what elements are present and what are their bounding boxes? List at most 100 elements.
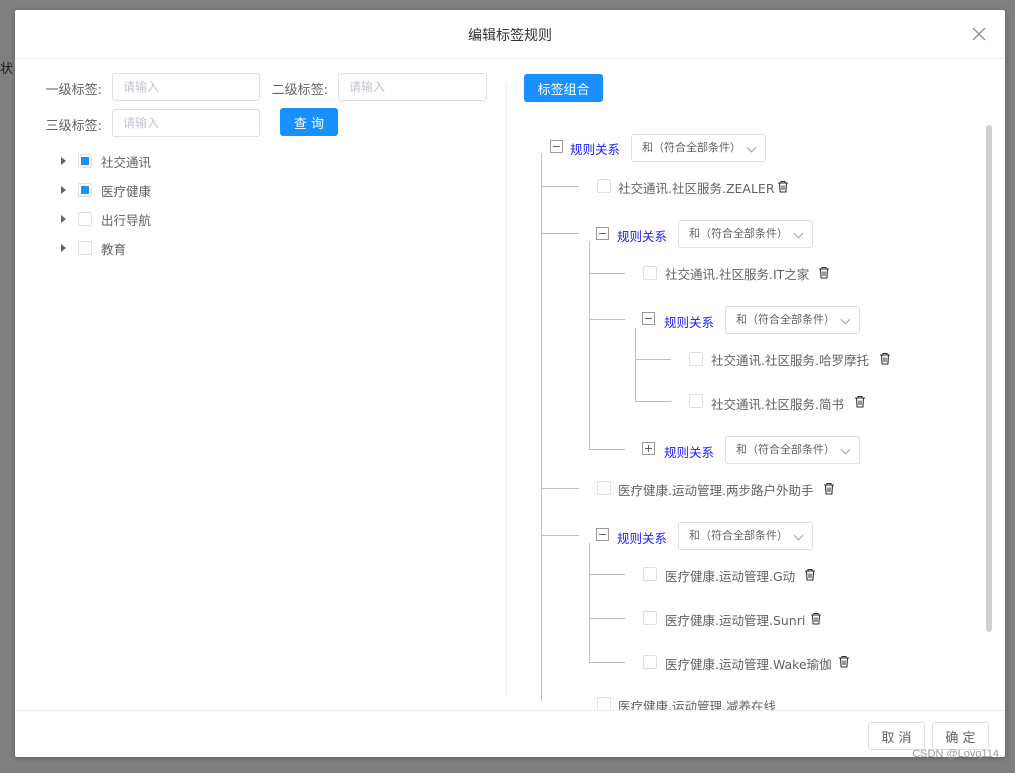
tree-connector: [589, 618, 625, 619]
tree-checkbox[interactable]: [78, 154, 92, 168]
rule-relation-link[interactable]: 规则关系: [570, 139, 620, 158]
trash-icon[interactable]: [818, 266, 830, 279]
tree-node-label: 社交通讯: [101, 154, 152, 170]
tree-connector: [635, 328, 636, 402]
level2-label: 二级标签:: [271, 83, 328, 98]
level2-input[interactable]: [338, 73, 487, 101]
operator-select[interactable]: 和（符合全部条件）: [631, 134, 766, 162]
tree-connector: [541, 153, 542, 701]
leaf-label: 医疗健康.运动管理.减养在线: [618, 699, 776, 710]
leaf-label: 社交通讯.社区服务.ZEALER: [618, 181, 775, 196]
dialog-header: 编辑标签规则: [15, 10, 1005, 59]
tree-connector: [589, 273, 625, 274]
trash-icon[interactable]: [854, 395, 866, 408]
level3-input[interactable]: [112, 109, 260, 137]
rule-relation-link[interactable]: 规则关系: [664, 312, 714, 331]
tree-node[interactable]: 出行导航: [61, 209, 151, 229]
collapse-icon[interactable]: [642, 312, 655, 325]
leaf-label: 医疗健康.运动管理.Wake瑜伽: [665, 657, 832, 672]
operator-select[interactable]: 和（符合全部条件）: [725, 436, 860, 464]
leaf-checkbox[interactable]: [689, 352, 703, 366]
operator-select-value: 和（符合全部条件）: [689, 227, 788, 240]
caret-right-icon[interactable]: [61, 215, 66, 223]
leaf-checkbox[interactable]: [597, 697, 611, 710]
tree-node-label: 出行导航: [101, 212, 152, 228]
operator-select-value: 和（符合全部条件）: [642, 141, 741, 154]
operator-select[interactable]: 和（符合全部条件）: [678, 220, 813, 248]
caret-right-icon[interactable]: [61, 186, 66, 194]
tree-connector: [635, 401, 671, 402]
search-button[interactable]: 查 询: [280, 108, 338, 136]
trash-icon[interactable]: [879, 352, 891, 365]
dialog-footer: 取 消 确 定: [15, 710, 1005, 757]
leaf-checkbox[interactable]: [643, 611, 657, 625]
tree-connector: [541, 233, 579, 234]
leaf-label: 社交通讯.社区服务.简书: [711, 397, 844, 412]
leaf-label: 医疗健康.运动管理.Sunri: [665, 613, 806, 628]
leaf-checkbox[interactable]: [643, 567, 657, 581]
leaf-checkbox[interactable]: [597, 179, 611, 193]
caret-right-icon[interactable]: [61, 157, 66, 165]
tree-connector: [635, 359, 671, 360]
leaf-checkbox[interactable]: [597, 481, 611, 495]
tag-filter-panel: 一级标签: 二级标签: 三级标签: 查 询 社交通讯 医疗健康 出行导航 教育: [15, 60, 507, 710]
rule-relation-link[interactable]: 规则关系: [664, 442, 714, 461]
confirm-button[interactable]: 确 定: [932, 722, 989, 750]
tree-connector: [541, 488, 579, 489]
collapse-icon[interactable]: [550, 140, 563, 153]
leaf-checkbox[interactable]: [643, 266, 657, 280]
caret-right-icon[interactable]: [61, 244, 66, 252]
tree-connector: [589, 319, 625, 320]
tree-checkbox[interactable]: [78, 212, 92, 226]
level3-label: 三级标签:: [45, 119, 102, 134]
chevron-down-icon: [840, 444, 851, 455]
tree-checkbox[interactable]: [78, 183, 92, 197]
tree-node[interactable]: 医疗健康: [61, 180, 151, 200]
trash-icon[interactable]: [777, 180, 789, 193]
tree-connector: [589, 662, 625, 663]
leaf-checkbox[interactable]: [643, 655, 657, 669]
chevron-down-icon: [746, 142, 757, 153]
trash-icon[interactable]: [838, 655, 850, 668]
tree-node[interactable]: 教育: [61, 238, 126, 258]
operator-select-value: 和（符合全部条件）: [736, 313, 835, 326]
trash-icon[interactable]: [804, 568, 816, 581]
tree-connector: [589, 574, 625, 575]
chevron-down-icon: [840, 314, 851, 325]
tag-combine-button[interactable]: 标签组合: [524, 74, 603, 102]
level1-label: 一级标签:: [45, 83, 102, 98]
operator-select-value: 和（符合全部条件）: [736, 443, 835, 456]
cancel-button[interactable]: 取 消: [868, 722, 925, 750]
tree-connector: [589, 449, 625, 450]
leaf-checkbox[interactable]: [689, 394, 703, 408]
rule-tree-panel: 标签组合 规则关系 和（符合全部条件） 社交通讯.社区服务.ZEALER 规则关…: [507, 60, 1005, 710]
chevron-down-icon: [793, 228, 804, 239]
tree-node[interactable]: 社交通讯: [61, 151, 151, 171]
leaf-label: 社交通讯.社区服务.哈罗摩托: [711, 353, 869, 368]
leaf-label: 社交通讯.社区服务.IT之家: [665, 267, 810, 282]
trash-icon[interactable]: [823, 482, 835, 495]
rule-relation-link[interactable]: 规则关系: [617, 226, 667, 245]
tree-connector: [589, 543, 590, 663]
operator-select-value: 和（符合全部条件）: [689, 529, 788, 542]
tree-node-label: 教育: [101, 241, 127, 257]
operator-select[interactable]: 和（符合全部条件）: [725, 306, 860, 334]
trash-icon[interactable]: [810, 612, 822, 625]
edit-tag-rule-dialog: 编辑标签规则 一级标签: 二级标签: 三级标签: 查 询 社交通讯 医疗健康 出…: [15, 10, 1005, 757]
close-icon[interactable]: [969, 24, 989, 44]
leaf-label: 医疗健康.运动管理.G动: [665, 569, 796, 584]
collapse-icon[interactable]: [596, 528, 609, 541]
collapse-icon[interactable]: [596, 227, 609, 240]
scrollbar-thumb[interactable]: [986, 125, 992, 632]
leaf-label: 医疗健康.运动管理.两步路户外助手: [618, 483, 814, 498]
tree-node-label: 医疗健康: [101, 183, 152, 199]
tree-connector: [541, 186, 579, 187]
expand-icon[interactable]: [642, 442, 655, 455]
chevron-down-icon: [793, 530, 804, 541]
tree-connector: [541, 535, 579, 536]
tree-checkbox[interactable]: [78, 241, 92, 255]
watermark: CSDN @Lovq114: [912, 748, 999, 760]
rule-relation-link[interactable]: 规则关系: [617, 528, 667, 547]
operator-select[interactable]: 和（符合全部条件）: [678, 522, 813, 550]
level1-input[interactable]: [112, 73, 260, 101]
